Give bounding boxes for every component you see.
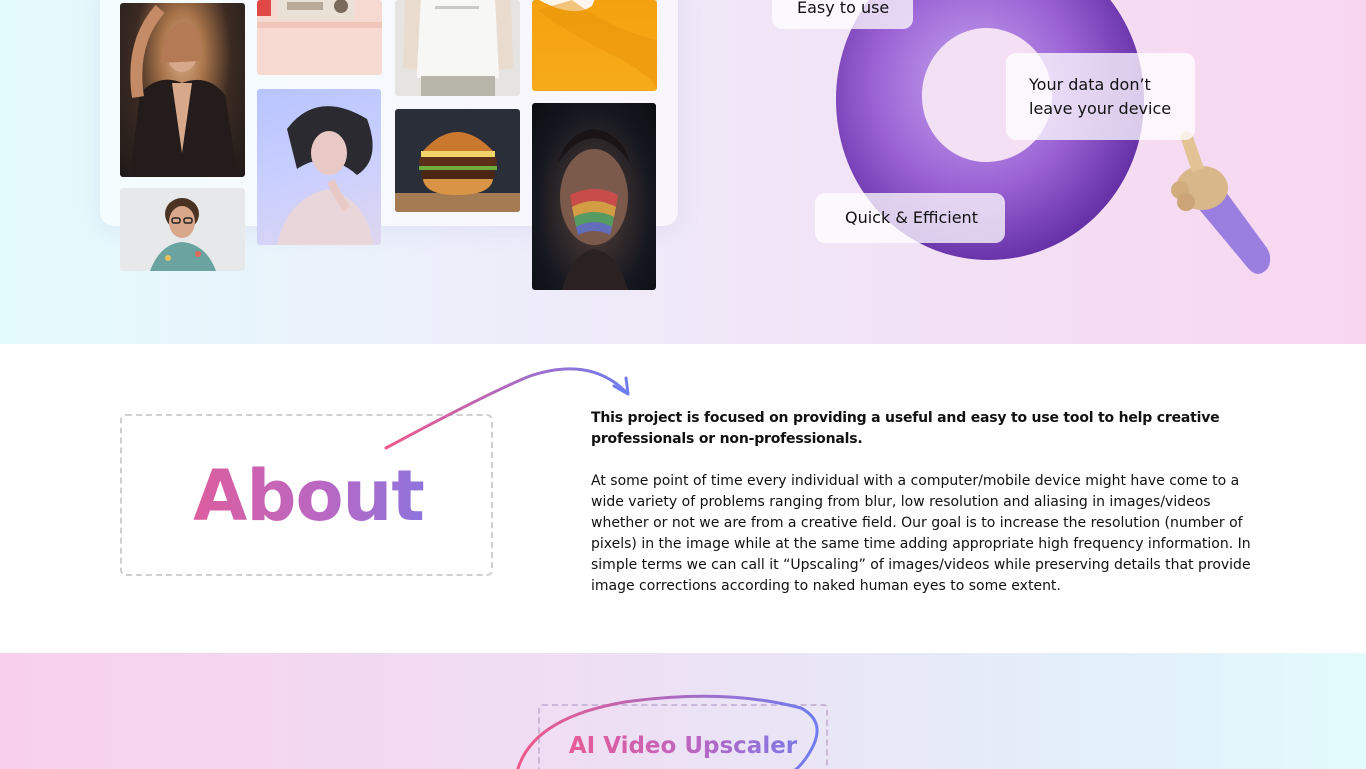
smiling-man-glasses-photo	[120, 188, 245, 271]
about-lead-text: This project is focused on providing a u…	[591, 410, 1220, 447]
burger-photo	[395, 109, 520, 212]
retro-radio-photo	[257, 0, 382, 75]
rainbow-face-photo	[532, 103, 656, 290]
about-section: About This project is focused on providi…	[0, 344, 1366, 653]
feature-easy-to-use: Easy to use	[772, 0, 913, 29]
video-upscaler-section: AI Video Upscaler	[0, 653, 1366, 769]
feature-data-privacy: Your data don’t leave your device	[1006, 53, 1195, 140]
woman-black-hair-3d-photo	[257, 89, 381, 245]
upscaler-title: AI Video Upscaler	[538, 733, 828, 759]
yellow-object-photo	[532, 0, 657, 91]
white-tshirt-photo	[395, 0, 520, 96]
hero-section: Easy to use Your data don’t leave your d…	[0, 0, 1366, 344]
feature-quick-efficient: Quick & Efficient	[815, 193, 1005, 243]
about-body-text: At some point of time every individual w…	[591, 473, 1251, 594]
about-description: This project is focused on providing a u…	[591, 408, 1271, 597]
pointing-hand-illustration	[1171, 131, 1270, 274]
woman-leather-jacket-photo	[120, 3, 245, 177]
